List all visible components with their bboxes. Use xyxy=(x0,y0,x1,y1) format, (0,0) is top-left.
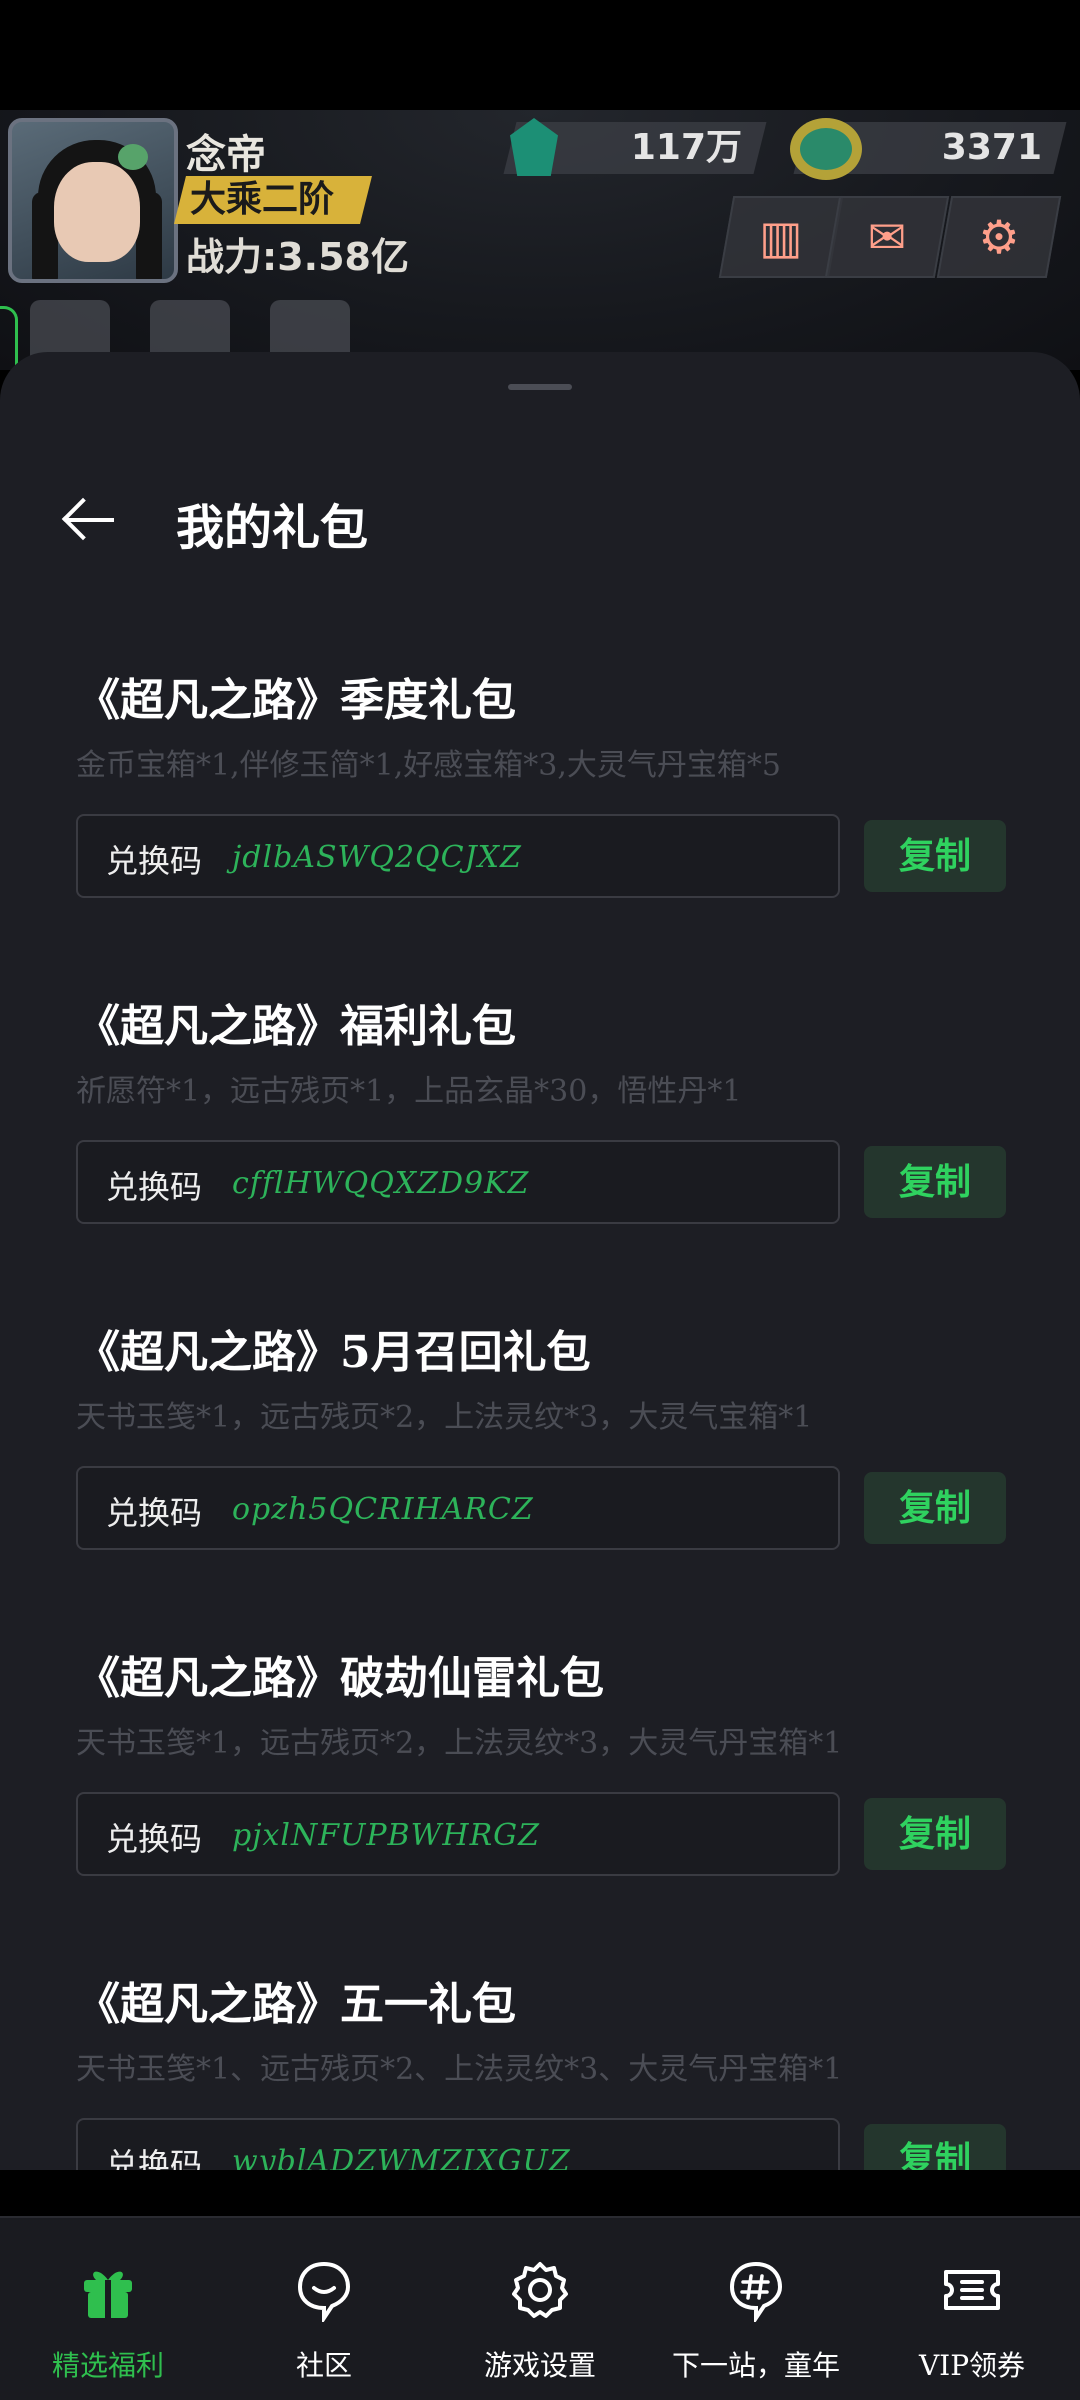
game-shortcut-icon[interactable] xyxy=(270,300,350,360)
code-value: pjxlNFUPBWHRGZ xyxy=(232,1818,540,1853)
code-row: 兑换码 wyblADZWMZIXGUZ 复制 xyxy=(76,2118,1016,2170)
coin-icon xyxy=(790,118,862,180)
back-arrow-icon[interactable] xyxy=(60,490,120,550)
gear-icon xyxy=(512,2262,568,2318)
code-label: 兑换码 xyxy=(106,2146,203,2170)
ranking-icon: ▥ xyxy=(759,210,803,264)
gift-description: 天书玉笺*1，远古残页*2，上法灵纹*3，大灵气丹宝箱*1 xyxy=(76,1726,843,1761)
code-row: 兑换码 jdlbASWQ2QCJXZ 复制 xyxy=(76,814,1016,898)
nav-item-next-stop[interactable]: 下一站，童年 xyxy=(648,2218,864,2400)
code-field[interactable]: 兑换码 opzh5QCRIHARCZ xyxy=(76,1466,840,1550)
gift-description: 金币宝箱*1,伴修玉简*1,好感宝箱*3,大灵气丹宝箱*5 xyxy=(76,748,781,783)
code-label: 兑换码 xyxy=(106,1494,203,1532)
player-avatar[interactable] xyxy=(8,118,178,283)
gift-name: 《超凡之路》福利礼包 xyxy=(76,1001,516,1052)
nav-label: 游戏设置 xyxy=(483,2349,596,2382)
ranking-button[interactable]: ▥ xyxy=(718,196,844,278)
gift-name: 《超凡之路》破劫仙雷礼包 xyxy=(76,1653,604,1704)
gift-description: 祈愿符*1，远古残页*1，上品玄晶*30，悟性丹*1 xyxy=(76,1074,742,1109)
status-bar xyxy=(0,0,1080,110)
code-value: jdlbASWQ2QCJXZ xyxy=(232,840,522,875)
copy-label: 复制 xyxy=(898,1161,971,1203)
settings-icon: ⚙ xyxy=(978,210,1020,264)
player-rank-badge: 大乘二阶 xyxy=(174,176,372,224)
copy-label: 复制 xyxy=(898,1487,971,1529)
code-row: 兑换码 opzh5QCRIHARCZ 复制 xyxy=(76,1466,1016,1550)
code-field[interactable]: 兑换码 wyblADZWMZIXGUZ xyxy=(76,2118,840,2170)
gift-sheet: 我的礼包 《超凡之路》季度礼包 金币宝箱*1,伴修玉简*1,好感宝箱*3,大灵气… xyxy=(0,352,1080,2170)
nav-item-community[interactable]: 社区 xyxy=(216,2218,432,2400)
code-label: 兑换码 xyxy=(106,1168,203,1206)
gift-item: 《超凡之路》破劫仙雷礼包 天书玉笺*1，远古残页*2，上法灵纹*3，大灵气丹宝箱… xyxy=(76,1642,1016,1876)
sheet-title: 我的礼包 xyxy=(176,500,369,556)
gift-name: 《超凡之路》5月召回礼包 xyxy=(76,1327,591,1378)
gift-description: 天书玉笺*1，远古残页*2，上法灵纹*3，大灵气宝箱*1 xyxy=(76,1400,813,1435)
nav-item-vip-coupon[interactable]: VIP领券 xyxy=(864,2218,1080,2400)
settings-button[interactable]: ⚙ xyxy=(936,196,1062,278)
mail-button[interactable]: ✉ xyxy=(824,196,950,278)
gift-name: 《超凡之路》五一礼包 xyxy=(76,1979,516,2030)
code-value: cfflHWQQXZD9KZ xyxy=(232,1166,530,1201)
gift-item: 《超凡之路》五一礼包 天书玉笺*1、远古残页*2、上法灵纹*3、大灵气丹宝箱*1… xyxy=(76,1968,1016,2170)
code-value: wyblADZWMZIXGUZ xyxy=(232,2144,571,2170)
copy-button[interactable]: 复制 xyxy=(864,1146,1006,1218)
avatar-face xyxy=(54,162,140,262)
code-value: opzh5QCRIHARCZ xyxy=(232,1492,534,1527)
game-shortcut-row xyxy=(30,300,350,360)
player-power: 战力:3.58亿 xyxy=(186,235,409,279)
hashtag-icon xyxy=(729,2261,783,2322)
nav-label: 精选福利 xyxy=(51,2349,164,2382)
copy-button[interactable]: 复制 xyxy=(864,820,1006,892)
nav-label: VIP领券 xyxy=(918,2349,1026,2382)
nav-label: 下一站，童年 xyxy=(671,2349,840,2382)
code-row: 兑换码 cfflHWQQXZD9KZ 复制 xyxy=(76,1140,1016,1224)
code-field[interactable]: 兑换码 cfflHWQQXZD9KZ xyxy=(76,1140,840,1224)
gift-icon xyxy=(84,2271,132,2318)
player-name: 念帝 xyxy=(186,132,266,178)
gift-item: 《超凡之路》5月召回礼包 天书玉笺*1，远古残页*2，上法灵纹*3，大灵气宝箱*… xyxy=(76,1316,1016,1550)
code-field[interactable]: 兑换码 jdlbASWQ2QCJXZ xyxy=(76,814,840,898)
sheet-drag-handle[interactable] xyxy=(508,384,572,390)
code-label: 兑换码 xyxy=(106,842,203,880)
gift-item: 《超凡之路》福利礼包 祈愿符*1，远古残页*1，上品玄晶*30，悟性丹*1 兑换… xyxy=(76,990,1016,1224)
copy-button[interactable]: 复制 xyxy=(864,1472,1006,1544)
gift-description: 天书玉笺*1、远古残页*2、上法灵纹*3、大灵气丹宝箱*1 xyxy=(76,2052,843,2087)
game-shortcut-icon[interactable] xyxy=(30,300,110,360)
chat-icon xyxy=(297,2261,351,2322)
copy-button[interactable]: 复制 xyxy=(864,1798,1006,1870)
nav-item-featured-benefits[interactable]: 精选福利 xyxy=(0,2218,216,2400)
code-field[interactable]: 兑换码 pjxlNFUPBWHRGZ xyxy=(76,1792,840,1876)
mail-icon: ✉ xyxy=(867,210,907,264)
code-row: 兑换码 pjxlNFUPBWHRGZ 复制 xyxy=(76,1792,1016,1876)
player-rank: 大乘二阶 xyxy=(190,179,335,220)
copy-label: 复制 xyxy=(898,835,971,877)
bottom-nav: 精选福利 社区 游戏设置 下一站，童年 VIP领券 xyxy=(0,2216,1080,2400)
copy-button[interactable]: 复制 xyxy=(864,2124,1006,2170)
code-label: 兑换码 xyxy=(106,1820,203,1858)
ticket-icon xyxy=(944,2270,1000,2310)
copy-label: 复制 xyxy=(898,1813,971,1855)
game-shortcut-icon[interactable] xyxy=(150,300,230,360)
gift-item: 《超凡之路》季度礼包 金币宝箱*1,伴修玉简*1,好感宝箱*3,大灵气丹宝箱*5… xyxy=(76,664,1016,898)
gift-name: 《超凡之路》季度礼包 xyxy=(76,675,516,726)
nav-label: 社区 xyxy=(295,2349,352,2382)
nav-item-game-settings[interactable]: 游戏设置 xyxy=(432,2218,648,2400)
avatar-hairclip xyxy=(118,144,148,170)
copy-label: 复制 xyxy=(898,2139,971,2170)
